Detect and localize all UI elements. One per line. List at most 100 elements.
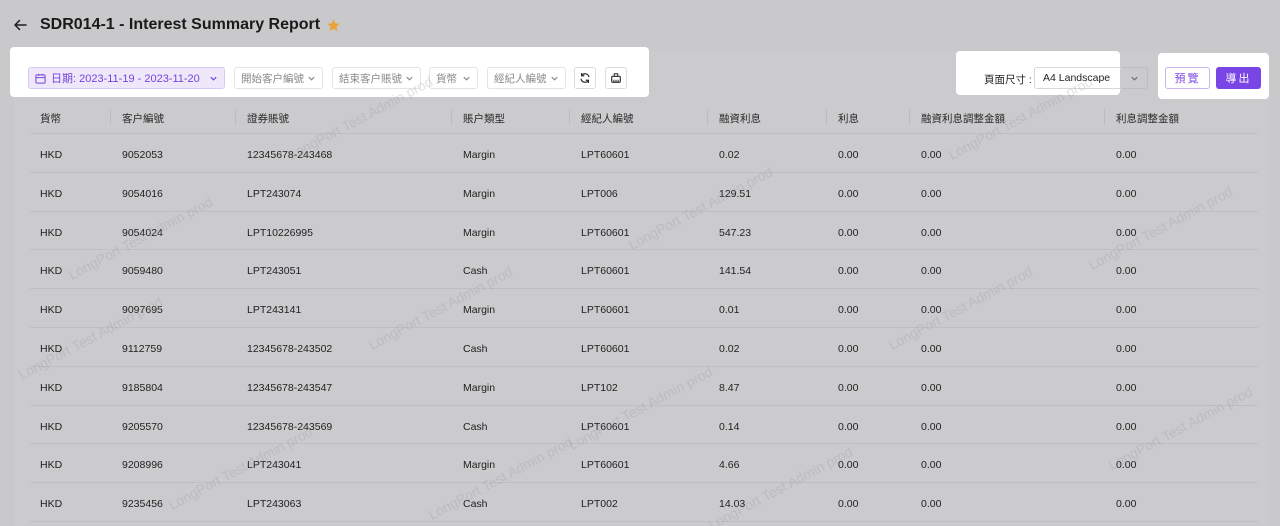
column-header: 融資利息	[719, 113, 761, 125]
start-customer-placeholder: 開始客户編號	[241, 72, 304, 85]
column-separator[interactable]	[569, 109, 570, 125]
column-header: 融資利息調整金額	[921, 113, 1005, 125]
table-row[interactable]: HKD 9208996 LPT243041 Margin LPT60601 4.66 0.0…	[30, 444, 1258, 484]
table-cell: 4.66	[719, 459, 740, 472]
table-cell: LPT243074	[247, 187, 302, 200]
column-separator[interactable]	[1104, 109, 1105, 125]
column-separator[interactable]	[909, 109, 910, 125]
table-cell: 0.00	[1116, 304, 1137, 317]
table-cell: HKD	[40, 149, 63, 161]
table-cell: LPT60601	[581, 342, 630, 355]
currency-placeholder: 貨幣	[436, 72, 457, 85]
column-separator[interactable]	[826, 109, 827, 125]
export-button[interactable]: 導出	[1216, 67, 1261, 89]
favorite-star-icon[interactable]	[326, 17, 342, 33]
table-cell: Margin	[463, 149, 496, 161]
table-cell: 0.01	[719, 304, 740, 317]
table-cell: 0.00	[838, 342, 859, 355]
end-customer-placeholder: 結束客户賬號	[339, 72, 402, 85]
table-cell: Cash	[463, 342, 488, 355]
refresh-button[interactable]	[574, 67, 596, 89]
table-cell: LPT60601	[581, 226, 630, 239]
clear-icon	[610, 72, 622, 84]
table-cell: 9059480	[122, 265, 163, 278]
table-row[interactable]: HKD 9097695 LPT243141 Margin LPT60601 0.01 0.0…	[30, 289, 1258, 328]
table-cell: 0.02	[719, 342, 740, 355]
table-header: 貨幣 客户編號 證券賬號 賬户類型 經紀人編號 融資利息 利息 融資利息調整金額 利息調整金額	[30, 100, 1258, 134]
table-cell: 0.00	[921, 187, 942, 200]
preview-button[interactable]: 預覽	[1165, 67, 1210, 89]
table-row[interactable]: HKD 9235456 LPT243063 Cash LPT002 14.03 0.00 0.…	[30, 483, 1258, 522]
table-cell: 12345678-243569	[247, 420, 333, 433]
table-cell: 0.00	[921, 265, 942, 278]
table-row[interactable]: HKD 9059480 LPT243051 Cash LPT60601 141.54 0.0…	[30, 250, 1258, 290]
table-cell: 9054024	[122, 226, 163, 239]
start-customer-select[interactable]: 開始客户編號	[234, 67, 323, 89]
column-separator[interactable]	[110, 109, 111, 125]
table-row[interactable]: HKD 9054024 LPT10226995 Margin LPT60601 547.2…	[30, 212, 1258, 251]
currency-select[interactable]: 貨幣	[429, 67, 478, 89]
table-cell: Cash	[463, 265, 488, 278]
table-cell: 0.00	[921, 342, 942, 355]
table-cell: Margin	[463, 226, 496, 239]
table-cell: 0.00	[1116, 459, 1137, 472]
column-separator[interactable]	[707, 109, 708, 125]
table-cell: 12345678-243468	[247, 149, 333, 161]
clear-filters-button[interactable]	[605, 67, 627, 89]
table-cell: HKD	[40, 381, 63, 394]
table-cell: 12345678-243547	[247, 381, 333, 394]
column-header: 證券賬號	[247, 113, 289, 125]
end-customer-select[interactable]: 結束客户賬號	[332, 67, 421, 89]
table-cell: 8.47	[719, 381, 740, 394]
table-cell: HKD	[40, 342, 63, 355]
table-cell: 9054016	[122, 187, 163, 200]
table-cell: LPT102	[581, 381, 618, 394]
table-cell: 14.03	[719, 498, 746, 511]
table-row[interactable]: HKD 9205570 12345678-243569 Cash LPT60601 0.1…	[30, 406, 1258, 445]
page-title: SDR014-1 - Interest Summary Report	[40, 16, 321, 33]
calendar-icon	[35, 73, 46, 84]
chevron-down-icon	[307, 74, 316, 83]
table-cell: 0.00	[838, 420, 859, 433]
broker-select[interactable]: 經紀人編號	[487, 67, 566, 89]
page-size-dropdown-toggle[interactable]	[1121, 67, 1148, 89]
table-row[interactable]: HKD 9185804 12345678-243547 Margin LPT102 8.4…	[30, 367, 1258, 406]
top-bar: SDR014-1 - Interest Summary Report	[0, 0, 1280, 50]
date-range-picker[interactable]: 日期: 2023-11-19 - 2023-11-20	[28, 67, 225, 89]
table-cell: 9235456	[122, 498, 163, 511]
table-cell: 0.00	[1116, 265, 1137, 278]
date-range-text: 日期: 2023-11-19 - 2023-11-20	[51, 73, 200, 85]
column-separator[interactable]	[235, 109, 236, 125]
table-cell: Cash	[463, 420, 488, 433]
table-row[interactable]: HKD 9052053 12345678-243468 Margin LPT60601 0…	[30, 134, 1258, 173]
chevron-down-icon	[462, 74, 471, 83]
table-row[interactable]: HKD 9054016 LPT243074 Margin LPT006 129.51 0.0…	[30, 173, 1258, 212]
table-cell: LPT60601	[581, 304, 630, 317]
column-header: 貨幣	[40, 113, 61, 125]
table-cell: 0.00	[838, 149, 859, 161]
table-body: HKD 9052053 12345678-243468 Margin LPT60601 0…	[30, 134, 1258, 522]
table-cell: HKD	[40, 498, 63, 511]
column-header: 經紀人編號	[581, 113, 634, 125]
table-cell: 9097695	[122, 304, 163, 317]
table-cell: Margin	[463, 187, 496, 200]
table-cell: 0.00	[921, 304, 942, 317]
table-cell: 0.00	[838, 187, 859, 200]
table-cell: 0.00	[1116, 498, 1137, 511]
table-cell: 0.00	[1116, 226, 1137, 239]
table-cell: Margin	[463, 381, 496, 394]
refresh-icon	[579, 72, 591, 84]
table-cell: 0.00	[838, 381, 859, 394]
table-cell: LPT243141	[247, 304, 302, 317]
column-separator[interactable]	[451, 109, 452, 125]
column-header: 客户編號	[122, 113, 164, 125]
back-arrow-icon[interactable]	[12, 17, 28, 33]
chevron-down-icon	[550, 74, 559, 83]
table-cell: 0.14	[719, 420, 740, 433]
table-row[interactable]: HKD 9112759 12345678-243502 Cash LPT60601 0.0…	[30, 328, 1258, 367]
table-cell: HKD	[40, 459, 63, 472]
table-cell: HKD	[40, 304, 63, 317]
table-cell: 0.00	[838, 498, 859, 511]
column-header: 賬户類型	[463, 113, 505, 125]
table-cell: 12345678-243502	[247, 342, 333, 355]
